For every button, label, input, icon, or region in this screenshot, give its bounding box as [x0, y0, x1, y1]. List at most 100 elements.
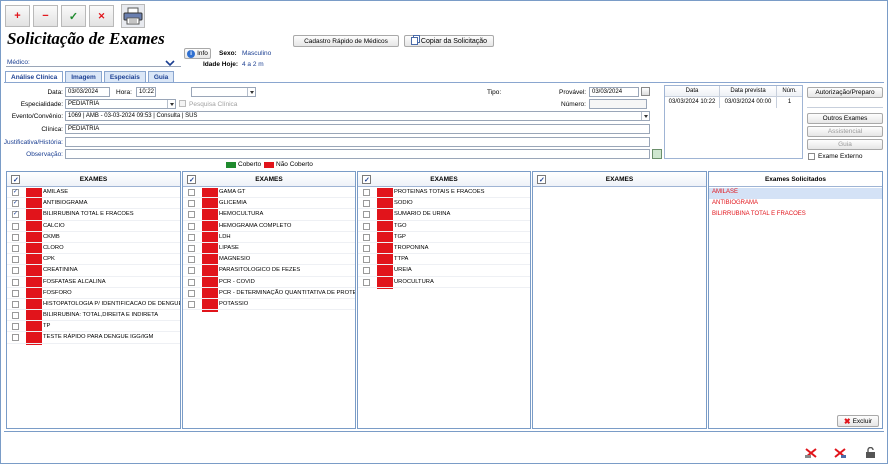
cadastro-medicos-button[interactable]: Cadastro Rápido de Médicos: [293, 35, 399, 47]
exam-checkbox[interactable]: [363, 222, 370, 230]
list-item[interactable]: MAGNESIO: [183, 254, 355, 266]
list-item[interactable]: PCR - DETERMINAÇÃO QUANTITATIVA DE PROTE…: [183, 288, 355, 299]
turno-select[interactable]: [191, 87, 256, 97]
copiar-solicitacao-button[interactable]: Copiar da Solicitação: [404, 35, 494, 47]
list-item[interactable]: HISTOPATOLOGIA P/ IDENTIFICACAO DE DENGU…: [7, 299, 180, 311]
exam-checkbox[interactable]: [188, 267, 195, 275]
list-item[interactable]: FOSFORO: [7, 288, 180, 299]
observacao-input[interactable]: [65, 149, 650, 159]
clear-icon[interactable]: [804, 447, 818, 459]
exam-checkbox[interactable]: [188, 211, 195, 219]
print-button[interactable]: [121, 4, 145, 28]
list-item[interactable]: HEMOGRAMA COMPLETO: [183, 221, 355, 232]
hora-input[interactable]: 10:22: [136, 87, 156, 97]
exam-checkbox[interactable]: [188, 200, 195, 208]
exam-checkbox[interactable]: ✓: [12, 189, 19, 196]
solicitado-item[interactable]: ANTIBIOGRAMA: [709, 198, 882, 209]
exam-checkbox[interactable]: [363, 189, 370, 196]
list-item[interactable]: SUMARIO DE URINA: [358, 209, 530, 221]
exam-checkbox[interactable]: ✓: [12, 200, 19, 208]
list-item[interactable]: POTASSIO: [183, 299, 355, 311]
list-item[interactable]: ✓ ANTIBIOGRAMA: [7, 198, 180, 210]
autorizacao-preparo-button[interactable]: Autorização/Preparo: [807, 87, 883, 98]
list-item[interactable]: TP: [7, 321, 180, 333]
list-item[interactable]: TGO: [358, 221, 530, 232]
list-item[interactable]: PARASITOLOGICO DE FEZES: [183, 265, 355, 277]
exam-checkbox[interactable]: [363, 233, 370, 241]
calendar-icon[interactable]: [641, 87, 650, 96]
exam-checkbox[interactable]: [188, 189, 195, 196]
list-item[interactable]: PCR - COVID: [183, 277, 355, 288]
exam-checkbox[interactable]: [12, 300, 19, 308]
outros-exames-button[interactable]: Outros Exames: [807, 113, 883, 124]
list-item[interactable]: TROPONINA: [358, 243, 530, 255]
numero-input[interactable]: [589, 99, 647, 109]
exam-checkbox[interactable]: [188, 222, 195, 230]
exam-checkbox[interactable]: [188, 244, 195, 252]
exam-checkbox[interactable]: [188, 256, 195, 264]
check-all-icon[interactable]: [362, 173, 371, 188]
solicitado-item[interactable]: BILIRRUBINA TOTAL E FRACOES: [709, 209, 882, 220]
list-item[interactable]: UREIA: [358, 265, 530, 277]
remove-all-icon[interactable]: [833, 447, 847, 459]
exam-checkbox[interactable]: [12, 312, 19, 320]
exam-checkbox[interactable]: [363, 267, 370, 275]
exame-externo-checkbox[interactable]: [808, 153, 815, 160]
exam-checkbox[interactable]: [12, 222, 19, 230]
keyboard-icon[interactable]: [652, 149, 662, 159]
exam-checkbox[interactable]: [363, 200, 370, 208]
exam-checkbox[interactable]: [188, 278, 195, 286]
evento-select[interactable]: 1069 | AMB - 03-03-2024 09:53 | Consulta…: [65, 111, 650, 121]
info-button[interactable]: i Info: [184, 48, 211, 59]
exam-checkbox[interactable]: [188, 289, 195, 297]
check-all-icon[interactable]: [187, 173, 196, 188]
clinica-input[interactable]: PEDIATRIA: [65, 124, 650, 134]
list-item[interactable]: UROCULTURA: [358, 277, 530, 288]
list-item[interactable]: LDH: [183, 232, 355, 243]
exam-checkbox[interactable]: [12, 244, 19, 252]
list-item[interactable]: ✓ BILIRRUBINA TOTAL E FRACOES: [7, 209, 180, 221]
list-item[interactable]: CPK: [7, 254, 180, 266]
exam-checkbox[interactable]: [363, 211, 370, 219]
list-item[interactable]: CKMB: [7, 232, 180, 243]
list-item[interactable]: TESTE RÁPIDO PARA DENGUE IGG/IGM: [7, 332, 180, 344]
exam-checkbox[interactable]: [12, 233, 19, 241]
exam-checkbox[interactable]: [363, 244, 370, 252]
remove-button[interactable]: −: [33, 5, 58, 27]
list-item[interactable]: HEMOCULTURA: [183, 209, 355, 221]
exam-checkbox[interactable]: [188, 300, 195, 308]
list-item[interactable]: GAMA GT: [183, 187, 355, 199]
exam-checkbox[interactable]: [12, 267, 19, 275]
exam-checkbox[interactable]: [188, 233, 195, 241]
list-item[interactable]: TGP: [358, 232, 530, 243]
lock-icon[interactable]: [863, 446, 877, 459]
solicitado-item[interactable]: AMILASE: [709, 187, 882, 198]
exam-checkbox[interactable]: [12, 256, 19, 264]
add-button[interactable]: +: [5, 5, 30, 27]
cancel-button[interactable]: ✕: [89, 5, 114, 27]
exam-checkbox[interactable]: [363, 256, 370, 264]
list-item[interactable]: ✓ AMILASE: [7, 187, 180, 199]
list-item[interactable]: PROTEINAS TOTAIS E FRACOES: [358, 187, 530, 199]
especialidade-select[interactable]: PEDIATRIA: [65, 99, 176, 109]
table-row[interactable]: 03/03/2024 10:22 03/03/2024 00:00 1: [665, 97, 802, 108]
list-item[interactable]: SODIO: [358, 198, 530, 210]
list-item[interactable]: BILIRRUBINA: TOTAL,DIREITA E INDIRETA: [7, 310, 180, 322]
excluir-button[interactable]: ✖ Excluir: [837, 415, 879, 427]
pesquisa-clinica-checkbox[interactable]: [179, 100, 186, 107]
list-item[interactable]: CALCIO: [7, 221, 180, 232]
list-item[interactable]: GLICEMIA: [183, 198, 355, 210]
exam-checkbox[interactable]: [12, 334, 19, 342]
guia-button[interactable]: Guia: [807, 139, 883, 150]
justificativa-input[interactable]: [65, 137, 650, 147]
exam-checkbox[interactable]: [12, 289, 19, 297]
exam-checkbox[interactable]: [12, 323, 19, 331]
exam-checkbox[interactable]: [12, 278, 19, 286]
data-input[interactable]: 03/03/2024: [65, 87, 110, 97]
assistencial-button[interactable]: Assistencial: [807, 126, 883, 137]
medico-dropdown[interactable]: [163, 58, 177, 68]
check-all-icon[interactable]: [11, 173, 20, 188]
confirm-button[interactable]: ✓: [61, 5, 86, 27]
list-item[interactable]: LIPASE: [183, 243, 355, 255]
list-item[interactable]: CREATININA: [7, 265, 180, 277]
